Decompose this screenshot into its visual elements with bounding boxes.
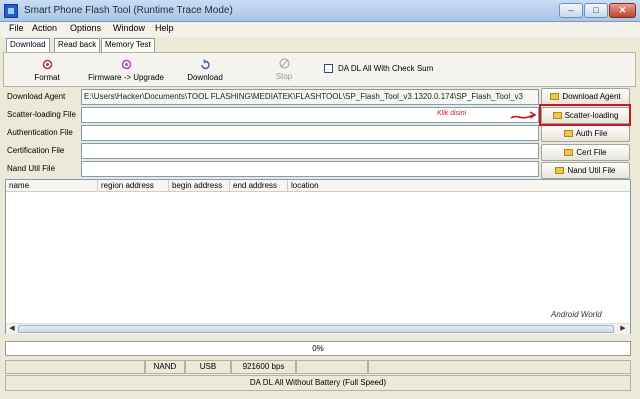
tab-download[interactable]: Download <box>6 38 50 53</box>
status-cell-storage: NAND <box>145 360 185 374</box>
partition-list[interactable]: name region address begin address end ad… <box>5 179 631 334</box>
auth-file-button[interactable]: Auth File <box>541 125 630 142</box>
status-download-mode: DA DL All Without Battery (Full Speed) <box>5 375 631 391</box>
column-header-location[interactable]: location <box>288 180 630 192</box>
format-label: Format <box>34 73 60 82</box>
watermark-text: Android World <box>551 310 602 319</box>
download-agent-button[interactable]: Download Agent <box>541 88 630 105</box>
download-agent-label: Download Agent <box>5 89 79 105</box>
annotation-arrow-icon <box>510 111 537 119</box>
cert-file-button-label: Cert File <box>576 148 607 157</box>
auth-file-button-label: Auth File <box>575 129 608 138</box>
column-header-begin-address[interactable]: begin address <box>169 180 230 192</box>
certification-path-field[interactable] <box>81 143 539 159</box>
stop-button[interactable]: Stop <box>272 58 296 81</box>
menu-options[interactable]: Options <box>70 23 101 33</box>
maximize-button[interactable]: □ <box>584 3 608 18</box>
horizontal-scrollbar[interactable]: ◀ ▶ <box>6 323 630 334</box>
list-header: name region address begin address end ad… <box>6 180 630 192</box>
nand-util-file-button[interactable]: Nand Util File <box>541 162 630 179</box>
column-header-region-address[interactable]: region address <box>98 180 169 192</box>
nand-util-label: Nand Util File <box>5 161 79 177</box>
status-cell-blank-3 <box>368 360 631 374</box>
stop-label: Stop <box>275 72 293 81</box>
folder-icon <box>550 93 560 100</box>
menu-help[interactable]: Help <box>155 23 174 33</box>
tab-read-back[interactable]: Read back <box>54 38 101 52</box>
download-label: Download <box>187 73 223 82</box>
folder-icon <box>555 167 565 174</box>
app-icon <box>4 4 18 18</box>
folder-icon <box>563 130 573 137</box>
minimize-button[interactable]: – <box>559 3 583 18</box>
progress-bar: 0% <box>5 341 631 356</box>
scatter-loading-label: Scatter-loading File <box>5 107 79 123</box>
firmware-upgrade-icon <box>121 59 131 70</box>
scroll-right-arrow-icon[interactable]: ▶ <box>618 324 628 334</box>
stop-icon <box>279 58 289 69</box>
checksum-checkbox[interactable] <box>324 64 333 73</box>
column-header-end-address[interactable]: end address <box>230 180 288 192</box>
annotation-text: Klik disini <box>437 110 467 117</box>
scrollbar-thumb[interactable] <box>18 325 614 333</box>
menu-action[interactable]: Action <box>32 23 57 33</box>
download-icon <box>200 59 210 70</box>
download-agent-button-label: Download Agent <box>562 92 621 101</box>
format-icon <box>42 59 52 70</box>
tab-memory-test[interactable]: Memory Test <box>101 38 155 52</box>
scroll-left-arrow-icon[interactable]: ◀ <box>7 324 17 334</box>
authentication-path-field[interactable] <box>81 125 539 141</box>
status-cell-connection: USB <box>185 360 231 374</box>
authentication-label: Authentication File <box>5 125 79 141</box>
format-button[interactable]: Format <box>32 59 62 82</box>
certification-label: Certification File <box>5 143 79 159</box>
menu-bar: File Action Options Window Help <box>0 22 640 37</box>
annotation-highlight-box <box>539 104 631 126</box>
nand-util-file-button-label: Nand Util File <box>567 166 616 175</box>
status-cell-blank-2 <box>296 360 368 374</box>
status-cell-blank-1 <box>5 360 145 374</box>
window-title: Smart Phone Flash Tool (Runtime Trace Mo… <box>24 5 233 16</box>
nand-util-path-field[interactable] <box>81 161 539 177</box>
download-agent-path-field[interactable]: E:\Users\Hacker\Documents\TOOL FLASHING\… <box>81 89 539 105</box>
folder-icon <box>564 149 574 156</box>
menu-file[interactable]: File <box>9 23 24 33</box>
firmware-upgrade-label: Firmware -> Upgrade <box>88 73 164 82</box>
progress-label: 0% <box>312 344 324 353</box>
menu-window[interactable]: Window <box>113 23 145 33</box>
firmware-upgrade-button[interactable]: Firmware -> Upgrade <box>88 59 164 82</box>
checksum-checkbox-label: DA DL All With Check Sum <box>338 64 434 73</box>
title-bar: Smart Phone Flash Tool (Runtime Trace Mo… <box>0 0 640 22</box>
status-cell-baud-rate: 921600 bps <box>231 360 296 374</box>
scatter-loading-path-field[interactable] <box>81 107 539 123</box>
cert-file-button[interactable]: Cert File <box>541 144 630 161</box>
close-button[interactable]: ✕ <box>609 3 636 18</box>
column-header-name[interactable]: name <box>6 180 98 192</box>
download-button[interactable]: Download <box>185 59 225 82</box>
